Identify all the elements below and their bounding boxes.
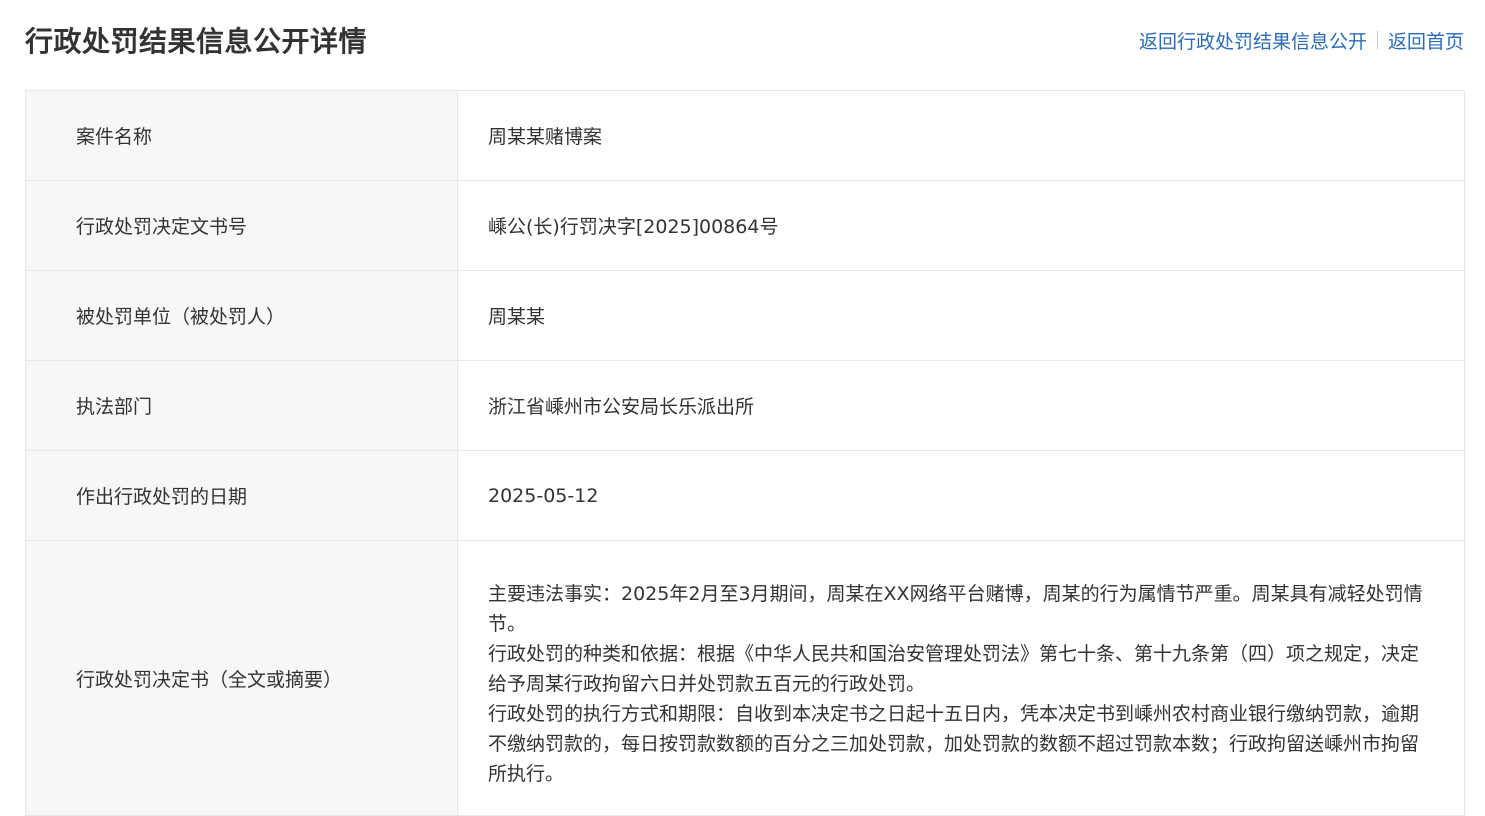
decision-text: 主要违法事实：2025年2月至3月期间，周某在XX网络平台赌博，周某的行为属情节… — [457, 540, 1465, 816]
field-value: 周某某 — [457, 270, 1465, 361]
nav-divider — [1376, 31, 1378, 49]
field-value: 周某某赌博案 — [457, 90, 1465, 181]
detail-row-decision-date: 作出行政处罚的日期 2025-05-12 — [25, 450, 1465, 541]
page-header: 行政处罚结果信息公开详情 返回行政处罚结果信息公开 返回首页 — [25, 18, 1464, 62]
field-value: 2025-05-12 — [457, 450, 1465, 541]
header-nav: 返回行政处罚结果信息公开 返回首页 — [1139, 27, 1464, 54]
field-label: 行政处罚决定文书号 — [25, 180, 458, 271]
detail-row-enforcement-department: 执法部门 浙江省嵊州市公安局长乐派出所 — [25, 360, 1465, 451]
field-label: 行政处罚决定书（全文或摘要） — [25, 540, 458, 816]
page-title: 行政处罚结果信息公开详情 — [25, 25, 368, 58]
detail-row-document-number: 行政处罚决定文书号 嵊公(长)行罚决字[2025]00864号 — [25, 180, 1465, 271]
field-label: 案件名称 — [25, 90, 458, 181]
detail-row-decision-text: 行政处罚决定书（全文或摘要） 主要违法事实：2025年2月至3月期间，周某在XX… — [25, 540, 1465, 816]
decision-paragraph-facts: 主要违法事实：2025年2月至3月期间，周某在XX网络平台赌博，周某的行为属情节… — [488, 583, 1423, 635]
back-to-list-link[interactable]: 返回行政处罚结果信息公开 — [1139, 27, 1367, 54]
decision-paragraph-basis: 行政处罚的种类和依据：根据《中华人民共和国治安管理处罚法》第七十条、第十九条第（… — [488, 643, 1420, 695]
field-value: 嵊公(长)行罚决字[2025]00864号 — [457, 180, 1465, 271]
back-to-home-link[interactable]: 返回首页 — [1388, 27, 1464, 54]
detail-table: 案件名称 周某某赌博案 行政处罚决定文书号 嵊公(长)行罚决字[2025]008… — [25, 90, 1465, 816]
detail-row-case-name: 案件名称 周某某赌博案 — [25, 90, 1465, 181]
field-label: 执法部门 — [25, 360, 458, 451]
detail-row-penalized-party: 被处罚单位（被处罚人） 周某某 — [25, 270, 1465, 361]
field-label: 被处罚单位（被处罚人） — [25, 270, 458, 361]
field-value: 浙江省嵊州市公安局长乐派出所 — [457, 360, 1465, 451]
decision-paragraph-execution: 行政处罚的执行方式和期限：自收到本决定书之日起十五日内，凭本决定书到嵊州农村商业… — [488, 703, 1420, 785]
field-label: 作出行政处罚的日期 — [25, 450, 458, 541]
